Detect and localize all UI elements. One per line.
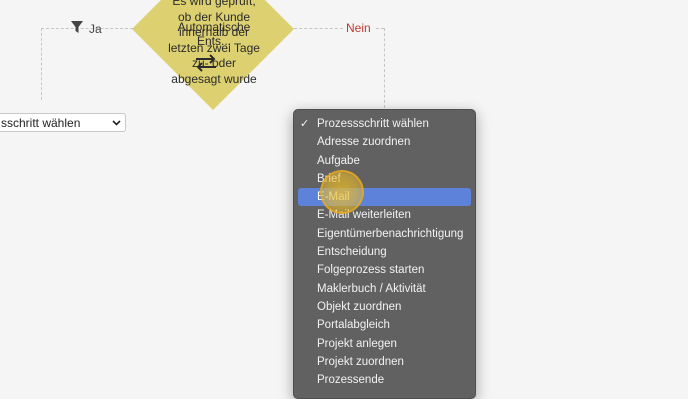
connector-yes-down bbox=[41, 28, 42, 100]
click-cursor-indicator bbox=[320, 170, 364, 214]
dropdown-option-label: Projekt zuordnen bbox=[317, 355, 404, 368]
decision-title: Automatische Ents... bbox=[177, 20, 251, 48]
dropdown-option-label: Entscheidung bbox=[317, 246, 387, 259]
dropdown-option-label: Projekt anlegen bbox=[317, 337, 397, 350]
dropdown-option-label: Folgeprozess starten bbox=[317, 264, 425, 277]
dropdown-option[interactable]: Objekt zuordnen bbox=[298, 298, 471, 316]
dropdown-option-label: Aufgabe bbox=[317, 154, 360, 167]
dropdown-option-label: Prozessschritt wählen bbox=[317, 118, 429, 130]
dropdown-option-label: Portalabgleich bbox=[317, 319, 390, 332]
dropdown-option[interactable]: Projekt anlegen bbox=[298, 335, 471, 353]
chevron-down-icon bbox=[112, 120, 121, 126]
process-step-select-value: sschritt wählen bbox=[1, 116, 81, 130]
connector-yes bbox=[41, 28, 133, 29]
dropdown-option[interactable]: Entscheidung bbox=[298, 243, 471, 261]
dropdown-option[interactable]: Aufgabe bbox=[298, 152, 471, 170]
dropdown-option[interactable]: Maklerbuch / Aktivität bbox=[298, 280, 471, 298]
dropdown-option[interactable]: Projekt zuordnen bbox=[298, 353, 471, 371]
dropdown-option-label: Prozessende bbox=[317, 374, 385, 387]
dropdown-option[interactable]: ✓ Prozessschritt wählen bbox=[298, 115, 471, 133]
process-canvas: Es wird geprüft, ob der Kunde innerhalb … bbox=[0, 0, 688, 399]
process-step-dropdown[interactable]: ✓ Prozessschritt wählen Adresse zuordnen Au… bbox=[293, 109, 476, 399]
process-step-select[interactable]: sschritt wählen bbox=[0, 113, 126, 132]
dropdown-option[interactable]: Prozessende bbox=[298, 371, 471, 389]
checkmark-icon: ✓ bbox=[300, 118, 310, 130]
branch-yes-label: Ja bbox=[89, 22, 102, 36]
dropdown-option-label: Objekt zuordnen bbox=[317, 300, 402, 313]
dropdown-option[interactable]: Eigentümerbenachrichtigung bbox=[298, 225, 471, 243]
dropdown-option[interactable]: Adresse zuordnen bbox=[298, 133, 471, 151]
dropdown-option[interactable]: Folgeprozess starten bbox=[298, 261, 471, 279]
dropdown-option[interactable]: E-Mail weiterleiten bbox=[298, 206, 471, 224]
dropdown-list: ✓ Prozessschritt wählen Adresse zuordnen Au… bbox=[294, 110, 475, 389]
dropdown-option[interactable]: Portalabgleich bbox=[298, 316, 471, 334]
connector-no-down bbox=[384, 28, 385, 108]
swap-icon[interactable] bbox=[193, 52, 219, 74]
branch-no-label: Nein bbox=[343, 21, 374, 35]
dropdown-option-label: Maklerbuch / Aktivität bbox=[317, 282, 426, 295]
filter-icon[interactable] bbox=[70, 20, 84, 34]
dropdown-option-label: Eigentümerbenachrichtigung bbox=[317, 227, 464, 240]
dropdown-option-label: Adresse zuordnen bbox=[317, 136, 411, 149]
